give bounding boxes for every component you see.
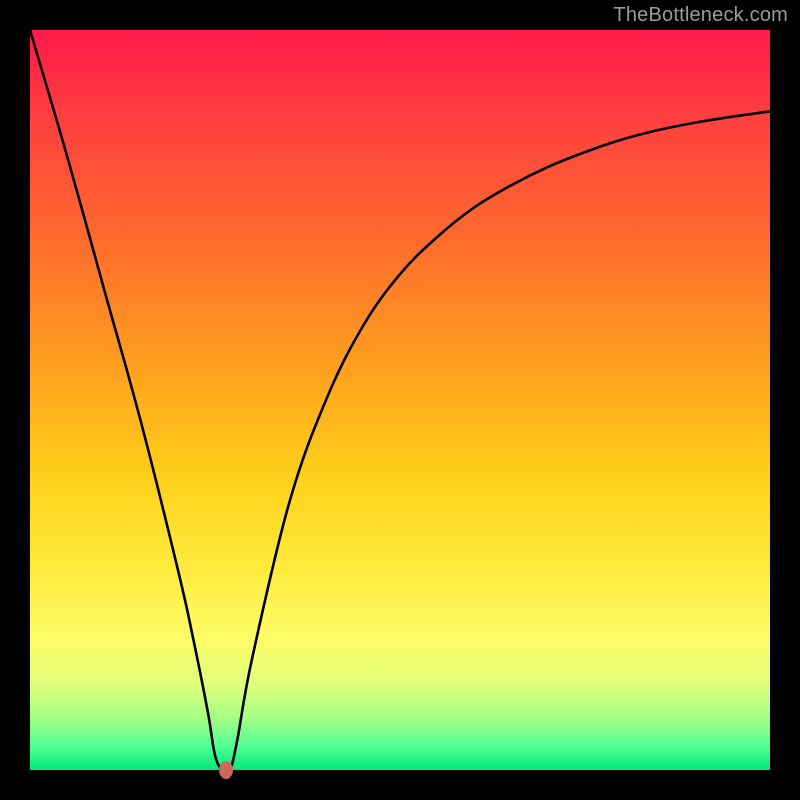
plot-area xyxy=(30,30,770,770)
frame-left xyxy=(0,0,30,800)
curve-path xyxy=(30,30,770,770)
bottleneck-curve xyxy=(30,30,770,770)
frame-right xyxy=(770,0,800,800)
frame-bottom xyxy=(0,770,800,800)
marker-dot xyxy=(219,761,233,779)
watermark-text: TheBottleneck.com xyxy=(613,4,788,27)
